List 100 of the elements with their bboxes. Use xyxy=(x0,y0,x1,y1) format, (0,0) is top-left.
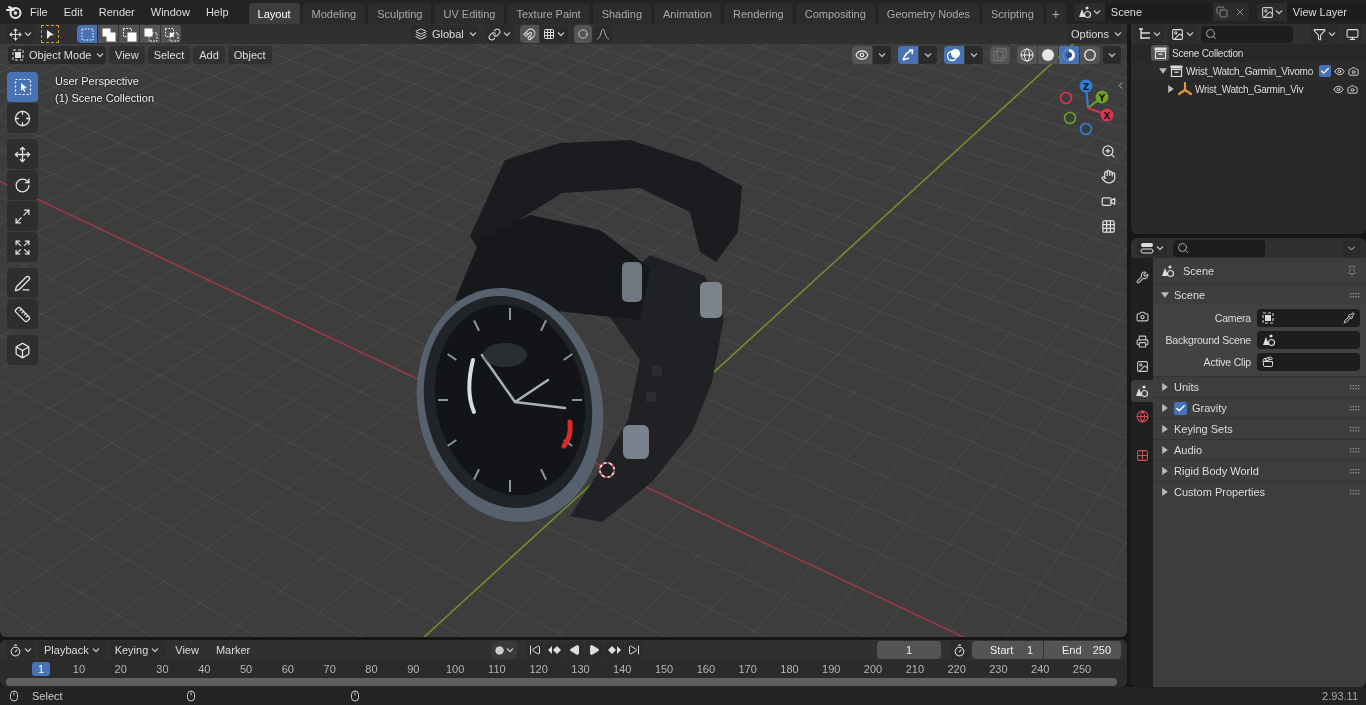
tool-button[interactable] xyxy=(7,139,38,169)
properties-tab[interactable] xyxy=(1131,380,1153,402)
previous-keyframe-button[interactable] xyxy=(544,641,565,659)
viewport-menu[interactable]: Object xyxy=(227,46,272,64)
view-layer-browse-button[interactable] xyxy=(1256,3,1287,21)
play-button[interactable] xyxy=(584,641,603,659)
mode-dropdown[interactable]: Object Mode xyxy=(8,46,106,64)
grip-icon[interactable] xyxy=(1350,405,1360,411)
property-field[interactable] xyxy=(1257,331,1360,349)
exclude-checkbox[interactable] xyxy=(1318,65,1331,77)
preview-range-toggle[interactable] xyxy=(950,641,969,659)
axis-handle[interactable]: X xyxy=(1087,107,1114,122)
workspace-tab[interactable]: Sculpting xyxy=(368,3,432,24)
pin-icon[interactable] xyxy=(1346,265,1358,277)
viewport-toggle-button[interactable] xyxy=(990,46,1010,64)
proportional-toggle[interactable] xyxy=(574,25,592,43)
options-dropdown[interactable]: Options xyxy=(1067,25,1121,43)
shading-mode-button[interactable] xyxy=(1038,46,1058,64)
editor-type-button[interactable] xyxy=(1137,239,1167,257)
view-layer-dropdown[interactable] xyxy=(1168,25,1197,43)
camera-icon[interactable] xyxy=(1347,83,1358,95)
timeline-menu[interactable]: Marker xyxy=(208,641,258,659)
grip-icon[interactable] xyxy=(1350,426,1360,432)
timeline-scrollbar[interactable] xyxy=(6,678,1117,686)
editor-type-button[interactable] xyxy=(6,641,35,659)
grip-icon[interactable] xyxy=(1350,468,1360,474)
workspace-tab[interactable]: Scripting xyxy=(982,3,1043,24)
property-field[interactable] xyxy=(1257,353,1360,371)
selection-mode-button[interactable] xyxy=(140,25,160,43)
tool-button[interactable] xyxy=(7,72,38,102)
workspace-tab[interactable]: Geometry Nodes xyxy=(877,3,979,24)
view-layer-name-field[interactable]: View Layer xyxy=(1286,3,1366,21)
timeline-menu[interactable]: Keying xyxy=(108,641,166,659)
grip-icon[interactable] xyxy=(1350,489,1360,495)
eye-icon[interactable] xyxy=(1333,65,1345,77)
tool-button[interactable] xyxy=(7,170,38,200)
shading-options-dropdown[interactable] xyxy=(1103,46,1121,64)
next-keyframe-button[interactable] xyxy=(603,641,624,659)
active-tool-indicator[interactable] xyxy=(41,25,59,43)
grip-icon[interactable] xyxy=(1350,384,1360,390)
timeline-menu[interactable]: View xyxy=(168,641,206,659)
grip-icon[interactable] xyxy=(1350,447,1360,453)
shading-mode-button[interactable] xyxy=(1017,46,1037,64)
eyedropper-icon[interactable] xyxy=(1343,312,1355,324)
properties-search-field[interactable] xyxy=(1173,239,1265,257)
add-workspace-button[interactable]: + xyxy=(1045,3,1066,24)
camera-icon[interactable] xyxy=(1347,65,1359,77)
tool-button[interactable] xyxy=(7,232,38,262)
viewport-toggle-button[interactable] xyxy=(944,46,964,64)
property-field[interactable] xyxy=(1257,309,1360,327)
workspace-tab[interactable]: Layout xyxy=(248,3,300,24)
tool-button[interactable] xyxy=(7,335,38,365)
grip-icon[interactable] xyxy=(1350,292,1360,298)
scene-browse-button[interactable] xyxy=(1073,3,1105,21)
3d-viewport[interactable]: Global Options Object Mode View Select Add Object User Perspective (1) Scene Collection Z Y X xyxy=(0,24,1127,637)
workspace-tab[interactable]: Compositing xyxy=(795,3,875,24)
menu-item[interactable]: File xyxy=(22,2,56,22)
playhead-frame[interactable]: 1 xyxy=(31,662,51,676)
display-mode-dropdown[interactable] xyxy=(1135,25,1164,43)
viewport-menu[interactable]: View xyxy=(109,46,145,64)
outliner-search-field[interactable] xyxy=(1201,25,1293,43)
workspace-tab[interactable]: Rendering xyxy=(723,3,793,24)
snap-toggle[interactable] xyxy=(520,25,539,43)
shading-mode-button[interactable] xyxy=(1080,46,1100,64)
new-collection-button[interactable] xyxy=(1343,25,1362,43)
workspace-tab[interactable]: Texture Paint xyxy=(507,3,590,24)
tool-button[interactable] xyxy=(7,299,38,329)
panel-header[interactable]: Gravity xyxy=(1153,397,1366,418)
tool-button[interactable] xyxy=(7,268,38,298)
record-button[interactable] xyxy=(491,641,517,659)
negative-axis-handle[interactable] xyxy=(1063,111,1077,125)
menu-item[interactable]: Edit xyxy=(55,2,91,22)
workspace-tab[interactable]: Animation xyxy=(654,3,721,24)
menu-item[interactable]: Help xyxy=(197,2,237,22)
workspace-tab[interactable]: Shading xyxy=(592,3,652,24)
properties-options-dropdown[interactable] xyxy=(1342,239,1360,257)
selection-mode-button[interactable] xyxy=(98,25,118,43)
jump-end-button[interactable] xyxy=(624,641,643,659)
selection-mode-button[interactable] xyxy=(119,25,139,43)
start-frame-field[interactable]: Start 1 xyxy=(972,641,1043,659)
workspace-tab[interactable]: Modeling xyxy=(302,3,366,24)
scene-name-field[interactable]: Scene xyxy=(1104,3,1213,21)
negative-axis-handle[interactable] xyxy=(1059,91,1073,105)
tool-button[interactable] xyxy=(7,103,38,133)
pivot-dropdown[interactable] xyxy=(485,25,514,43)
toggle-options-dropdown[interactable] xyxy=(919,46,937,64)
panel-checkbox[interactable] xyxy=(1174,401,1187,415)
toggle-options-dropdown[interactable] xyxy=(873,46,891,64)
play-reverse-button[interactable] xyxy=(565,641,584,659)
workspace-tab[interactable]: UV Editing xyxy=(434,3,505,24)
negative-axis-handle[interactable] xyxy=(1079,122,1093,136)
viewport-toggle-button[interactable] xyxy=(852,46,872,64)
viewport-toggle-button[interactable] xyxy=(898,46,918,64)
end-frame-field[interactable]: End 250 xyxy=(1044,641,1121,659)
shading-mode-button[interactable] xyxy=(1059,46,1079,64)
editor-type-button[interactable] xyxy=(6,25,35,43)
selection-mode-button[interactable] xyxy=(161,25,181,43)
timeline-menu[interactable]: Playback xyxy=(38,641,106,659)
jump-start-button[interactable] xyxy=(525,641,544,659)
falloff-dropdown[interactable] xyxy=(593,25,613,43)
